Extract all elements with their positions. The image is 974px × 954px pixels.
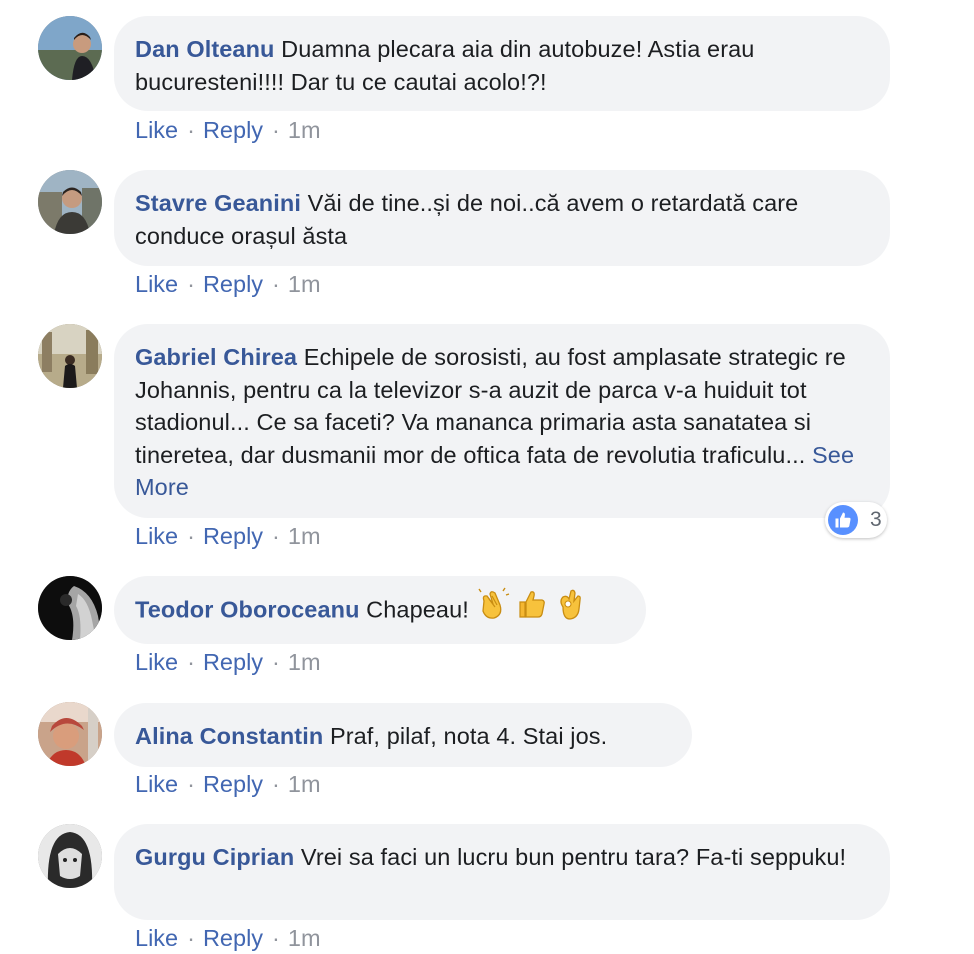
avatar[interactable] [38,16,102,80]
comment-bubble: Teodor Oboroceanu Chapeau! [114,576,646,644]
comment-time[interactable]: 1m [288,271,321,297]
separator: · [187,771,195,797]
reaction-summary[interactable]: 3 [825,502,887,538]
avatar-photo-icon [38,702,102,766]
reply-button[interactable]: Reply [203,649,263,675]
separator: · [272,271,280,297]
avatar-photo-icon [38,824,102,888]
reply-button[interactable]: Reply [203,523,263,549]
avatar-photo-icon [38,576,102,640]
ok-hand-icon [555,587,585,630]
avatar[interactable] [38,702,102,766]
comment-bubble: Gabriel Chirea Echipele de sorosisti, au… [114,324,890,518]
like-button[interactable]: Like [135,271,178,297]
comment-author[interactable]: Gurgu Ciprian [135,844,294,870]
comment-bubble: Dan Olteanu Duamna plecara aia din autob… [114,16,890,111]
comment-actions: Like · Reply · 1m [135,648,321,676]
avatar[interactable] [38,324,102,388]
comment-bubble: Stavre Geanini Văi de tine..și de noi..c… [114,170,890,266]
comment-author[interactable]: Alina Constantin [135,723,323,749]
separator: · [187,271,195,297]
avatar[interactable] [38,576,102,640]
avatar-photo-icon [38,16,102,80]
comment-author[interactable]: Dan Olteanu [135,36,275,62]
comment-author[interactable]: Teodor Oboroceanu [135,596,360,622]
like-button[interactable]: Like [135,925,178,951]
comment-time[interactable]: 1m [288,771,321,797]
comment-text: Praf, pilaf, nota 4. Stai jos. [329,723,608,749]
comment-text: Chapeau! [366,596,469,623]
separator: · [187,925,195,951]
like-button[interactable]: Like [135,771,178,797]
reaction-count: 3 [870,508,882,531]
reply-button[interactable]: Reply [203,771,263,797]
comment-time[interactable]: 1m [288,925,321,951]
like-button[interactable]: Like [135,523,178,549]
reply-button[interactable]: Reply [203,271,263,297]
comment-time[interactable]: 1m [288,117,321,143]
separator: · [272,771,280,797]
comment-actions: Like · Reply · 1m [135,270,321,298]
avatar[interactable] [38,170,102,234]
avatar-photo-icon [38,324,102,388]
comment-time[interactable]: 1m [288,649,321,675]
thumbs-up-icon [516,588,548,629]
reply-button[interactable]: Reply [203,925,263,951]
comment-actions: Like · Reply · 1m [135,770,321,798]
reply-button[interactable]: Reply [203,117,263,143]
like-button[interactable]: Like [135,649,178,675]
separator: · [272,925,280,951]
separator: · [187,523,195,549]
separator: · [187,117,195,143]
comment-author[interactable]: Stavre Geanini [135,190,301,216]
separator: · [272,649,280,675]
comment-time[interactable]: 1m [288,523,321,549]
like-button[interactable]: Like [135,117,178,143]
comment-actions: Like · Reply · 1m [135,116,321,144]
comment-bubble: Gurgu Ciprian Vrei sa faci un lucru bun … [114,824,890,920]
avatar-photo-icon [38,170,102,234]
comment-author[interactable]: Gabriel Chirea [135,344,297,370]
clapping-hands-icon [476,587,510,630]
thumbs-up-icon [828,505,858,535]
comment-bubble: Alina Constantin Praf, pilaf, nota 4. St… [114,703,692,767]
comment-actions: Like · Reply · 1m [135,924,321,952]
separator: · [272,523,280,549]
avatar[interactable] [38,824,102,888]
comment-actions: Like · Reply · 1m [135,522,321,550]
separator: · [187,649,195,675]
comment-text: Vrei sa faci un lucru bun pentru tara? F… [300,844,847,870]
separator: · [272,117,280,143]
